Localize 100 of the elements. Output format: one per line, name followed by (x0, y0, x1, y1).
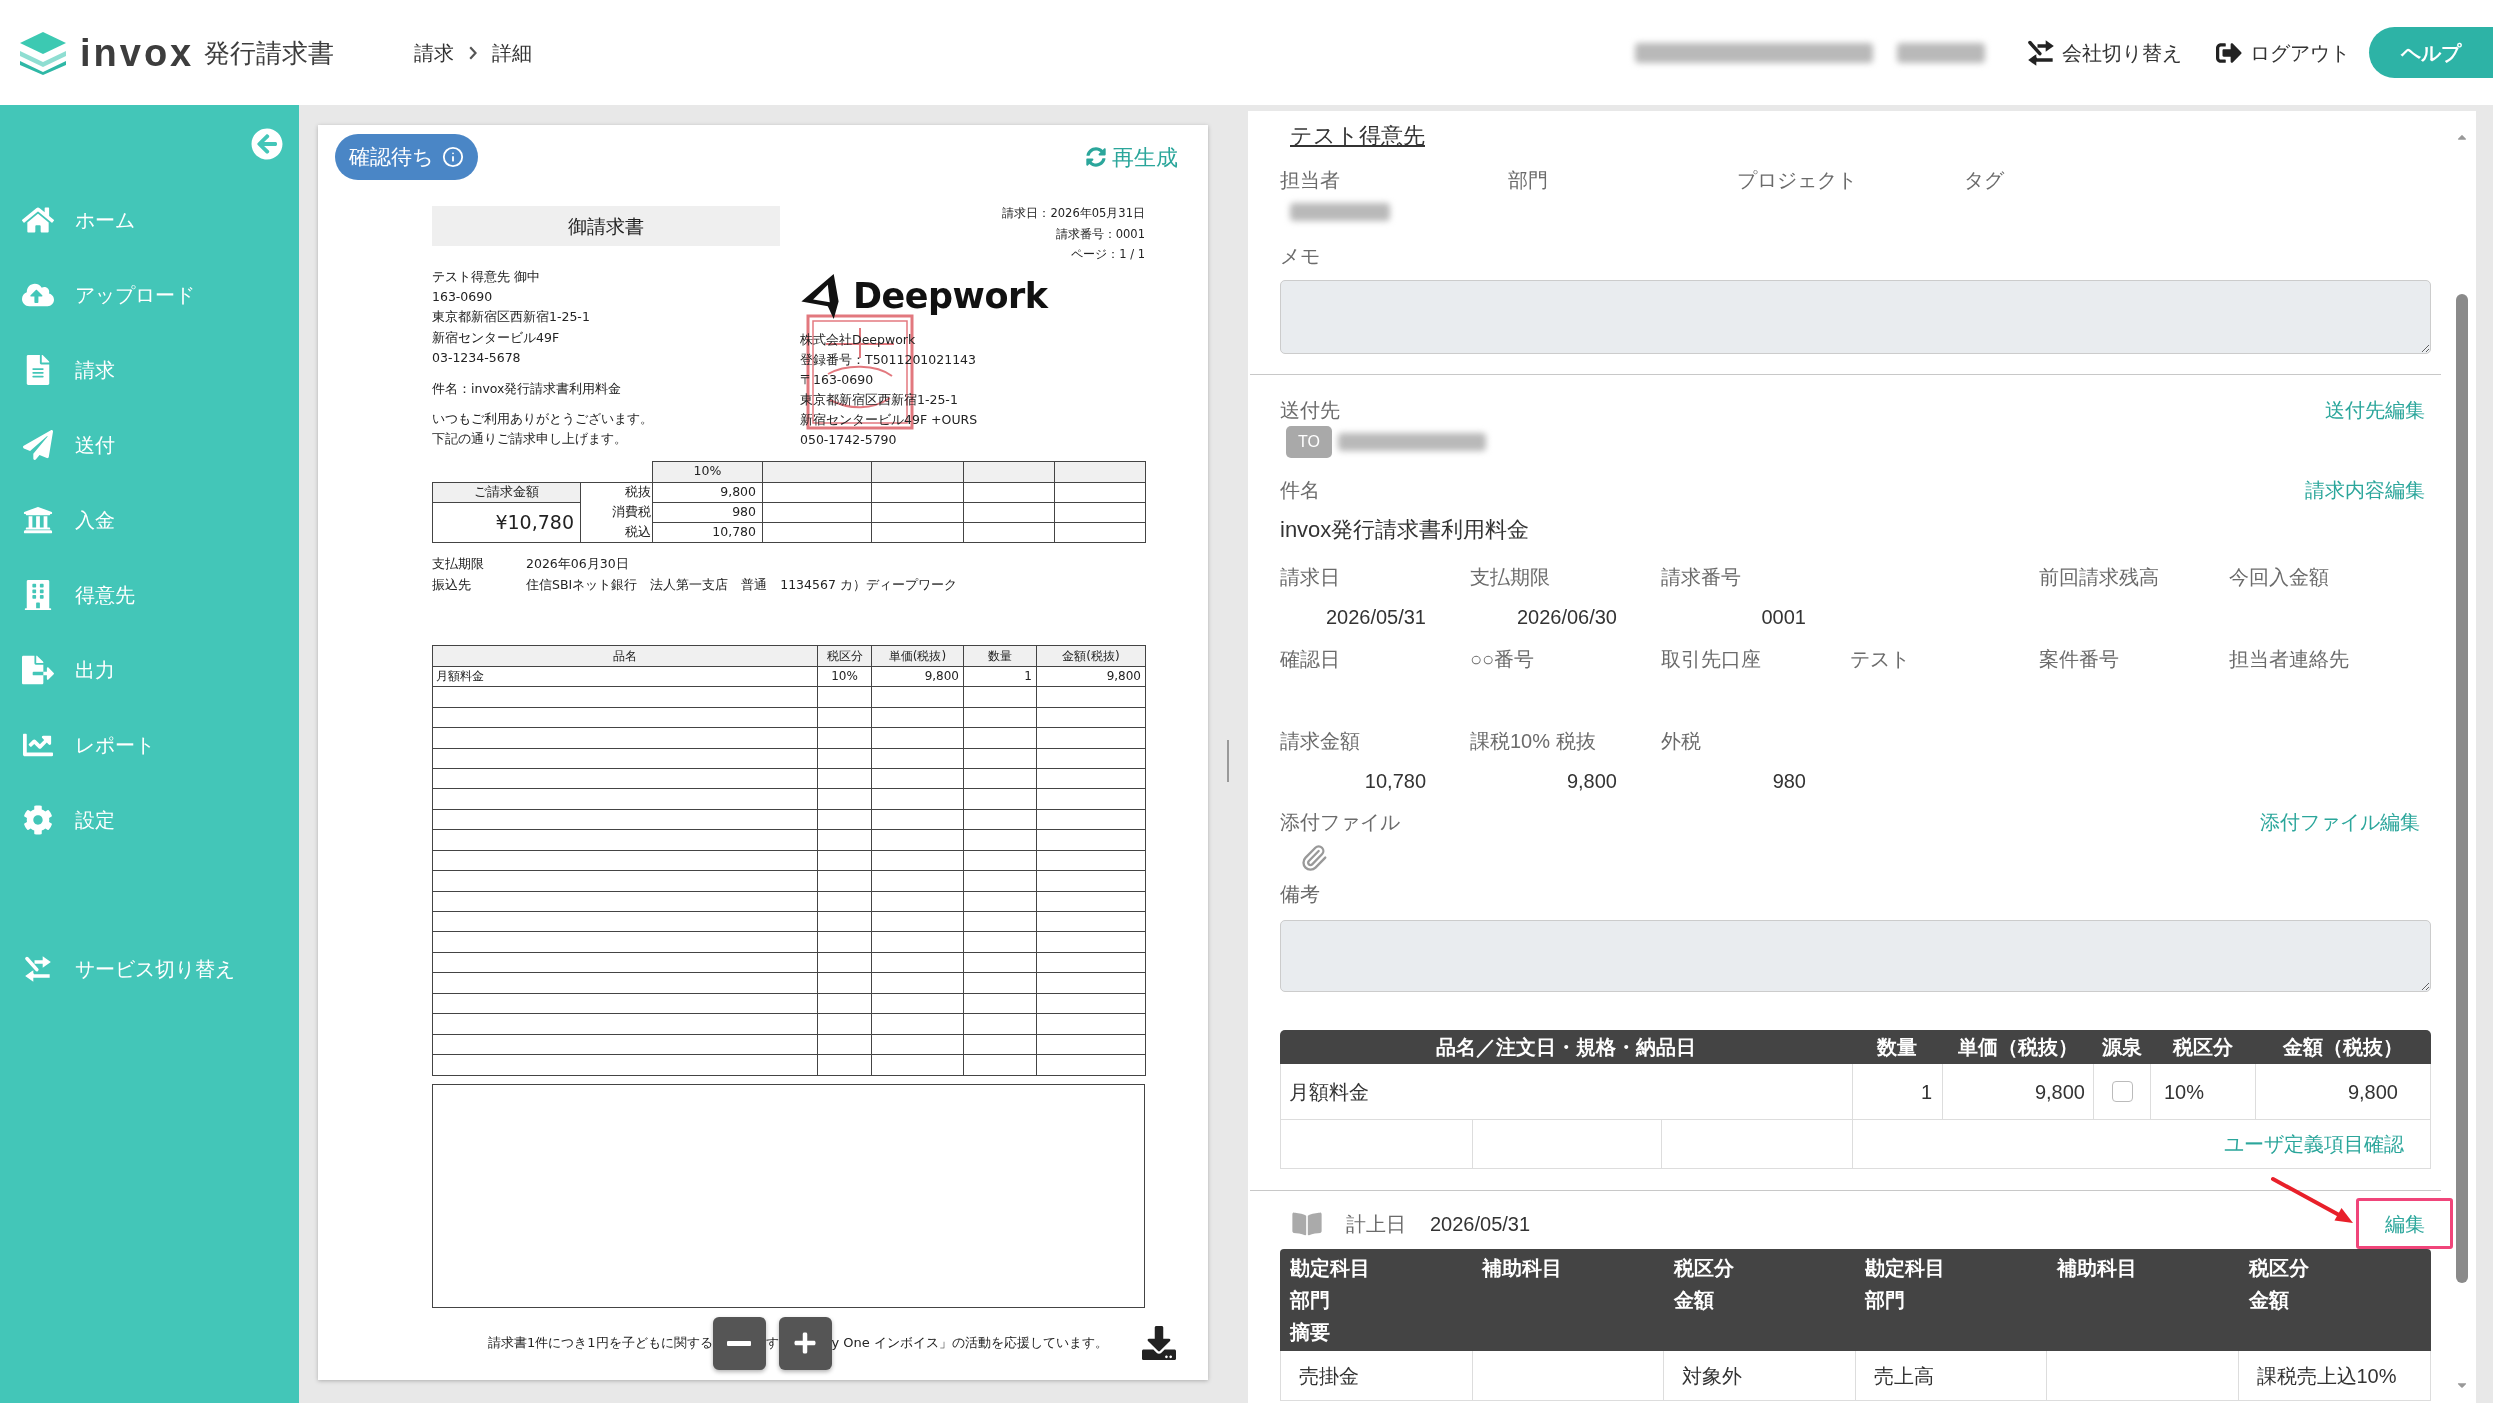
table-cell: 9,800 (1943, 1064, 2094, 1119)
greeting-line: いつもご利用ありがとうございます。 (432, 409, 654, 428)
field-label: ○○番号 (1470, 647, 1536, 672)
info-icon[interactable] (442, 146, 464, 168)
field-label: プロジェクト (1737, 168, 1858, 193)
column-header: 数量 (1852, 1030, 1942, 1064)
remarks-field[interactable] (1280, 920, 2431, 992)
column-header: 税区分 (817, 645, 872, 667)
swap-arrows-icon (2026, 38, 2056, 67)
building-icon (22, 579, 54, 610)
column-header: 税区分 (2249, 1256, 2310, 1281)
table-cell: 消費税 (580, 502, 653, 523)
gear-icon (22, 804, 54, 835)
recipient-line: テスト得意先 御中 (432, 267, 541, 286)
bank-icon (22, 504, 54, 535)
field-value: 0001 (1761, 605, 1806, 630)
column-header: 金額（税抜） (2255, 1030, 2431, 1064)
resize-handle[interactable] (1227, 740, 1229, 782)
column-header: 品名／注文日・規格・納品日 (1280, 1030, 1852, 1064)
column-header: 税区分 (2150, 1030, 2255, 1064)
document-meta: 請求日：2026年05月31日 (1002, 205, 1145, 222)
breadcrumb-current: 詳細 (492, 40, 533, 66)
paperclip-icon[interactable] (1300, 844, 1328, 872)
column-header: 品名 (432, 645, 818, 667)
document-title: 御請求書 (432, 206, 780, 246)
field-label: 支払期限 (1470, 565, 1551, 590)
field-value: 2026/05/31 (1325, 605, 1426, 630)
logo-icon (19, 30, 67, 75)
field-value: 2026/05/31 (1430, 1211, 1531, 1237)
column-header: 税区分 (1673, 1256, 1734, 1281)
table-cell: 1 (1853, 1064, 1943, 1119)
company-switch-button[interactable]: 会社切り替え (2026, 37, 2182, 68)
plus-icon (793, 1331, 818, 1355)
column-header: 補助科目 (1481, 1256, 1562, 1281)
subject-value: invox発行請求書利用料金 (1280, 516, 1531, 544)
column-header: 数量 (963, 645, 1037, 667)
table-cell: 9,800 (652, 482, 763, 503)
recipient-line: 03-1234-5678 (432, 349, 522, 368)
column-header: 単価（税抜） (1942, 1030, 2093, 1064)
field-label: タグ (1964, 168, 2005, 193)
paper-plane-icon (22, 429, 54, 460)
logout-button[interactable]: ログアウト (2214, 37, 2350, 68)
field-label: 今回入金額 (2229, 565, 2330, 590)
table-cell: 9,800 (871, 666, 964, 687)
field-label: 添付ファイル (1280, 810, 1400, 835)
help-button[interactable]: ヘルプ (2369, 27, 2493, 78)
column-header: 部門 (1865, 1288, 1906, 1313)
footer-note: y One インボイス」の活動を応援しています。 (831, 1334, 1108, 1353)
table-cell: 10,780 (652, 522, 763, 543)
zoom-in-button[interactable] (778, 1316, 832, 1370)
service-switch-item[interactable]: サービス切り替え (0, 931, 299, 1006)
checkbox[interactable] (2111, 1081, 2133, 1102)
collapse-sidebar-icon[interactable] (251, 128, 283, 160)
field-label: 前回請求残高 (2039, 565, 2160, 590)
column-header: 勘定科目 (1290, 1256, 1370, 1281)
field-label: 請求金額 (1280, 729, 1361, 754)
field-label: 部門 (1508, 168, 1549, 193)
field-label: テスト (1850, 647, 1911, 672)
column-header: 源泉 (2093, 1030, 2150, 1064)
book-icon (1292, 1210, 1322, 1237)
edit-link[interactable]: 請求内容編集 (2305, 476, 2425, 504)
table-header-cell: ご請求金額 (432, 482, 581, 503)
scrollbar-thumb[interactable] (2456, 294, 2468, 1283)
edit-link[interactable]: 送付先編集 (2325, 396, 2425, 424)
payment-value: 住信SBIネット銀行 法人第一支店 普通 1134567 カ）ディープワーク (526, 575, 957, 594)
column-header: 補助科目 (2057, 1256, 2138, 1281)
table-cell: 1 (963, 666, 1037, 687)
field-label: 請求番号 (1661, 565, 1742, 590)
table-cell: 税込 (580, 522, 653, 543)
document-meta: 請求番号：0001 (1055, 225, 1145, 243)
logo-text: invox (80, 33, 195, 72)
payment-label: 振込先 (432, 575, 472, 594)
column-header: 単価(税抜) (871, 645, 964, 667)
field-label: 取引先口座 (1661, 647, 1762, 672)
table-cell-text: 売上高 (1873, 1363, 1934, 1389)
field-value: 2026/06/30 (1516, 605, 1617, 630)
customer-link[interactable]: テスト得意先 (1290, 122, 1425, 150)
column-header: 金額 (1673, 1288, 1714, 1313)
column-header: 部門 (1290, 1288, 1330, 1313)
breadcrumb-link[interactable]: 請求 (414, 37, 455, 68)
table-cell: 10% (817, 666, 872, 687)
download-icon[interactable] (1140, 1326, 1178, 1360)
zoom-out-button[interactable] (712, 1316, 766, 1370)
payment-value: 2026年06月30日 (526, 554, 629, 573)
status-text: 確認待ち (349, 144, 434, 171)
column-header: 金額(税抜) (1036, 645, 1146, 667)
edit-link[interactable]: 編集 (2384, 1209, 2425, 1238)
field-label: 送付先 (1280, 398, 1340, 423)
company-logo-text: Deepwork (853, 278, 1048, 314)
field-label: 担当者 (1280, 168, 1341, 193)
field-label: 計上日 (1346, 1211, 1406, 1237)
memo-field[interactable] (1280, 280, 2431, 354)
custom-fields-link[interactable]: ユーザ定義項目確認 (2224, 1130, 2404, 1158)
total-amount: ¥10,780 (432, 502, 581, 543)
column-header: 金額 (2249, 1288, 2290, 1313)
regenerate-button[interactable]: 再生成 (1086, 140, 1178, 174)
field-label: メモ (1280, 244, 1321, 269)
edit-link[interactable]: 添付ファイル編集 (2260, 808, 2420, 836)
file-export-icon (22, 654, 54, 685)
recipient-line: 新宿センタービル49F (432, 328, 561, 347)
